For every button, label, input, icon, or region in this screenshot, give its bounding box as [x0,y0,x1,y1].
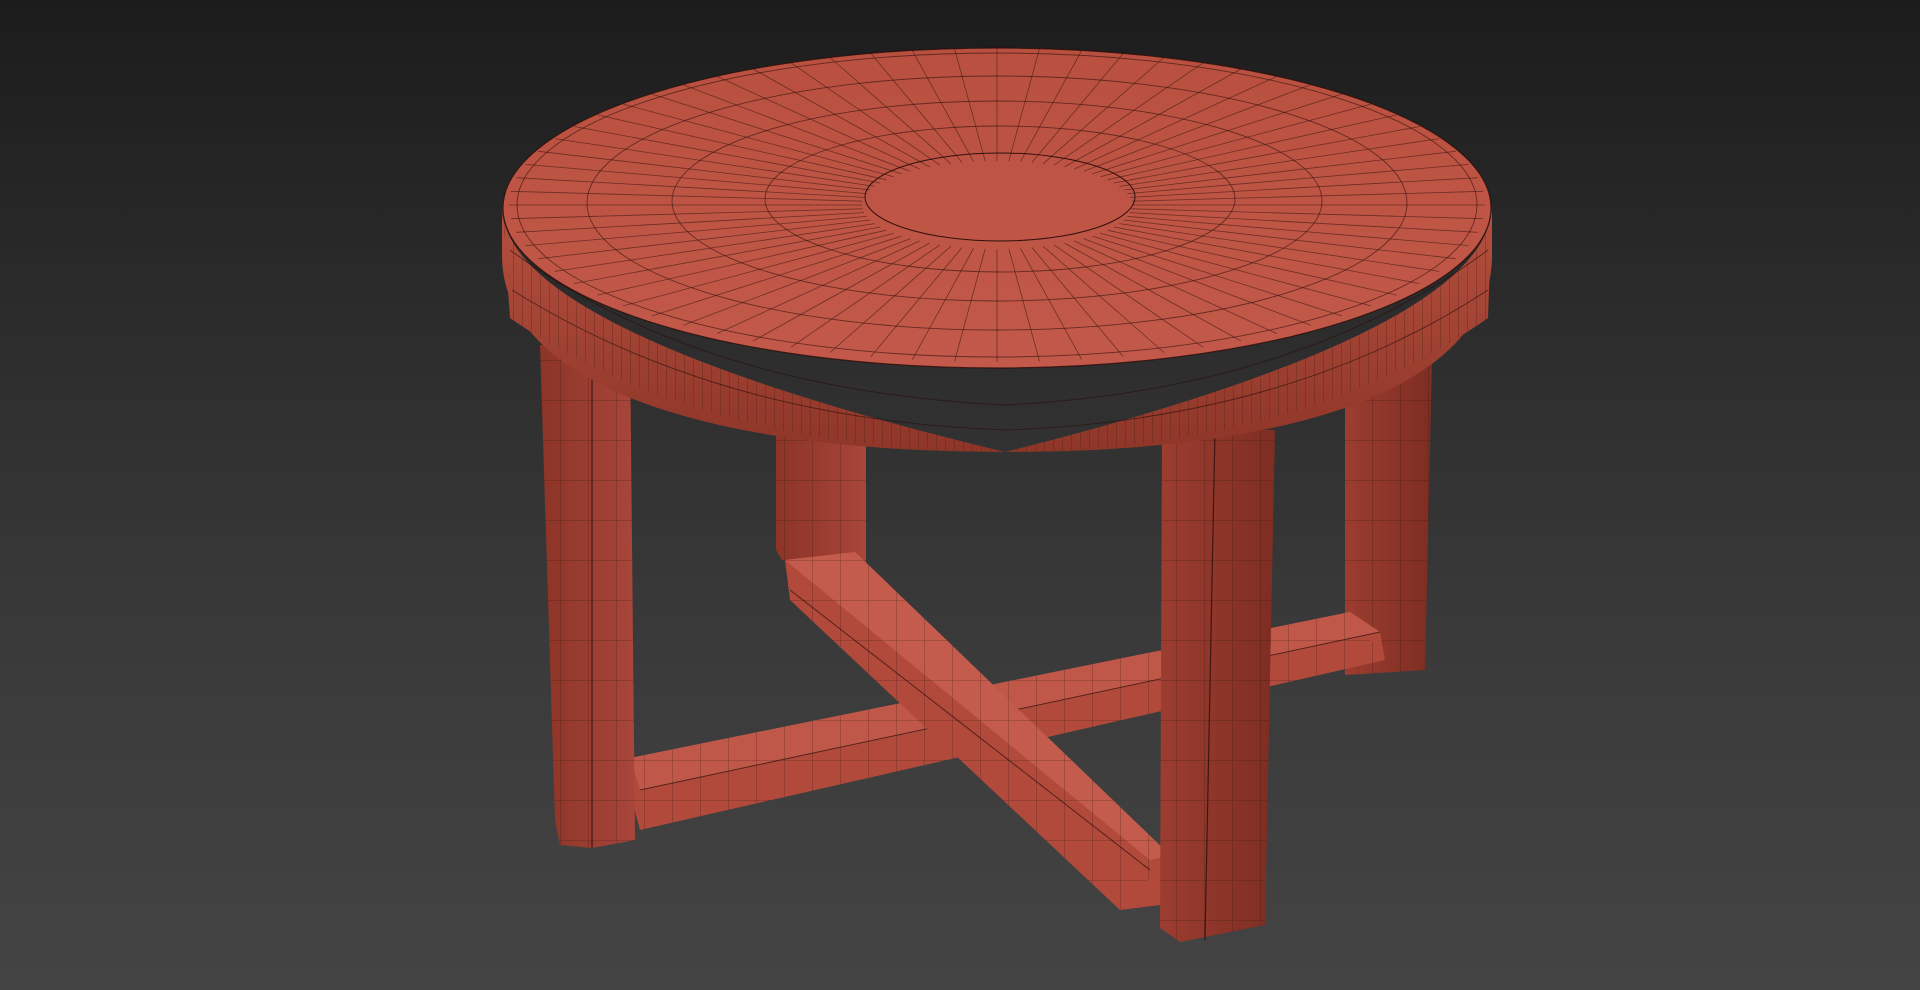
table-model[interactable] [0,0,1920,990]
front-right-leg [1160,429,1275,942]
tabletop-surface [502,47,1492,369]
3d-viewport[interactable] [0,0,1920,990]
front-left-leg [540,345,635,848]
